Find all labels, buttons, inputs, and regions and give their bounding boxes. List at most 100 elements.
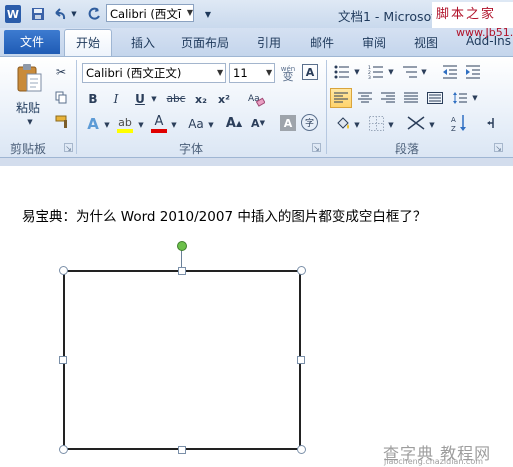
sort-icon[interactable]: AZ	[450, 113, 470, 133]
superscript-icon[interactable]: x²	[215, 91, 233, 107]
underline-icon[interactable]: U	[133, 91, 147, 107]
text-effects-dropdown-icon[interactable]: ▼	[103, 120, 111, 130]
multilevel-list-icon[interactable]	[401, 64, 419, 80]
qat-font-dropdown-icon[interactable]: ▼	[185, 5, 195, 21]
bullets-dropdown-icon[interactable]: ▼	[353, 67, 361, 77]
font-group-label: 字体	[179, 142, 204, 156]
change-case-dropdown-icon[interactable]: ▼	[207, 120, 215, 130]
highlight-color-icon[interactable]: ab	[115, 114, 135, 134]
change-case-icon[interactable]: Aa	[185, 115, 207, 133]
tab-review[interactable]: 审阅	[362, 34, 386, 51]
watermark-url: www.Jb51.net	[456, 26, 513, 39]
document-body-text[interactable]: 易宝典：为什么 Word 2010/2007 中插入的图片都变成空白框了？	[22, 205, 426, 225]
svg-text:A: A	[451, 116, 456, 124]
customize-qat-icon[interactable]: ▼	[203, 5, 213, 23]
grow-font-icon[interactable]: A ▲	[224, 114, 244, 132]
multilevel-dropdown-icon[interactable]: ▼	[420, 67, 428, 77]
blank-picture-placeholder[interactable]	[63, 270, 301, 450]
font-dialog-launcher-icon[interactable]: ↘	[312, 143, 321, 153]
font-color-dropdown-icon[interactable]: ▼	[170, 120, 178, 130]
document-title: 文档1 - Microsoft	[338, 9, 441, 24]
tab-home[interactable]: 开始	[64, 29, 112, 57]
undo-icon[interactable]	[52, 5, 68, 23]
align-right-icon[interactable]	[378, 89, 398, 107]
tab-mailings[interactable]: 邮件	[310, 34, 334, 51]
decrease-indent-icon[interactable]	[441, 64, 459, 80]
strikethrough-icon[interactable]: abc	[165, 91, 187, 107]
resize-handle-top[interactable]	[178, 267, 186, 275]
align-left-icon[interactable]	[330, 88, 352, 108]
character-border-icon[interactable]: A	[302, 64, 318, 80]
redo-icon[interactable]	[86, 5, 102, 23]
character-shading-icon[interactable]: A	[280, 115, 296, 131]
font-name-dropdown-icon[interactable]: ▼	[217, 68, 223, 77]
align-center-icon[interactable]	[355, 89, 375, 107]
paste-icon[interactable]	[14, 62, 44, 94]
chinese-layout-icon[interactable]	[406, 114, 426, 132]
tab-file[interactable]: 文件	[4, 30, 60, 54]
tab-page-layout[interactable]: 页面布局	[181, 34, 229, 51]
paste-dropdown-icon[interactable]: ▼	[25, 117, 35, 127]
increase-indent-icon[interactable]	[464, 64, 482, 80]
numbering-dropdown-icon[interactable]: ▼	[387, 67, 395, 77]
chinese-layout-dropdown-icon[interactable]: ▼	[428, 120, 436, 130]
resize-handle-bottom-right[interactable]	[297, 445, 306, 454]
tab-insert[interactable]: 插入	[131, 34, 155, 51]
svg-text:Z: Z	[451, 125, 456, 132]
highlight-dropdown-icon[interactable]: ▼	[137, 120, 145, 130]
shrink-font-icon[interactable]: A ▼	[248, 114, 268, 132]
svg-text:3: 3	[368, 75, 371, 79]
subscript-icon[interactable]: x₂	[192, 91, 210, 107]
watermark-site-name: 脚本之家	[436, 7, 497, 22]
underline-dropdown-icon[interactable]: ▼	[150, 94, 158, 104]
shading-dropdown-icon[interactable]: ▼	[353, 120, 361, 130]
justify-icon[interactable]	[401, 89, 421, 107]
paste-button-label[interactable]: 粘贴	[16, 99, 40, 116]
text-effects-icon[interactable]: A	[84, 115, 102, 133]
paragraph-group-label: 段落	[395, 142, 420, 156]
resize-handle-right[interactable]	[297, 356, 305, 364]
borders-dropdown-icon[interactable]: ▼	[387, 120, 395, 130]
grow-font-glyph: A	[225, 115, 236, 131]
tab-view[interactable]: 视图	[414, 34, 438, 51]
tab-references[interactable]: 引用	[257, 34, 281, 51]
resize-handle-top-right[interactable]	[297, 266, 306, 275]
clear-formatting-icon[interactable]: Aa	[246, 90, 266, 108]
font-color-icon[interactable]: A	[150, 113, 168, 134]
font-name-combo[interactable]: Calibri (西文正文)	[82, 63, 226, 83]
enclose-characters-icon[interactable]: 字	[301, 114, 318, 131]
undo-dropdown-icon[interactable]: ▼	[70, 5, 78, 23]
shading-icon[interactable]	[334, 114, 352, 132]
font-size-dropdown-icon[interactable]: ▼	[266, 68, 272, 77]
title-bar: W ▼ Calibri (西文ī ▼ ▼ 文档1 - Microsoft 脚本之…	[0, 0, 513, 28]
clipboard-dialog-launcher-icon[interactable]: ↘	[64, 143, 73, 153]
save-icon[interactable]	[30, 5, 46, 23]
resize-handle-bottom-left[interactable]	[59, 445, 68, 454]
phonetic-guide-icon[interactable]: wén 变	[278, 63, 298, 83]
resize-handle-top-left[interactable]	[59, 266, 68, 275]
copy-icon[interactable]	[54, 89, 68, 105]
line-spacing-dropdown-icon[interactable]: ▼	[471, 93, 479, 103]
bold-icon[interactable]: B	[86, 91, 100, 107]
rotate-handle-stem	[181, 250, 182, 268]
watermark-bottom-url: jiaocheng.chazidian.com	[384, 457, 484, 466]
italic-icon[interactable]: I	[109, 91, 123, 107]
numbering-icon[interactable]: 123	[367, 64, 385, 80]
show-formatting-marks-icon[interactable]	[483, 114, 501, 132]
group-divider	[326, 60, 327, 154]
resize-handle-left[interactable]	[59, 356, 67, 364]
shrink-font-glyph: A	[251, 116, 260, 130]
resize-handle-bottom[interactable]	[178, 446, 186, 454]
cut-icon[interactable]: ✂	[54, 64, 68, 80]
line-spacing-icon[interactable]	[450, 89, 470, 107]
word-app-icon[interactable]: W	[5, 5, 21, 23]
group-divider	[76, 60, 77, 154]
bullets-icon[interactable]	[333, 64, 351, 80]
qat-font-combo[interactable]: Calibri (西文ī	[106, 4, 194, 22]
paragraph-dialog-launcher-icon[interactable]: ↘	[494, 143, 503, 153]
rotate-handle[interactable]	[177, 241, 187, 251]
borders-icon[interactable]	[367, 114, 385, 132]
clipboard-group-label: 剪贴板	[10, 142, 47, 156]
distributed-icon[interactable]	[425, 89, 445, 107]
format-painter-icon[interactable]	[54, 114, 70, 130]
